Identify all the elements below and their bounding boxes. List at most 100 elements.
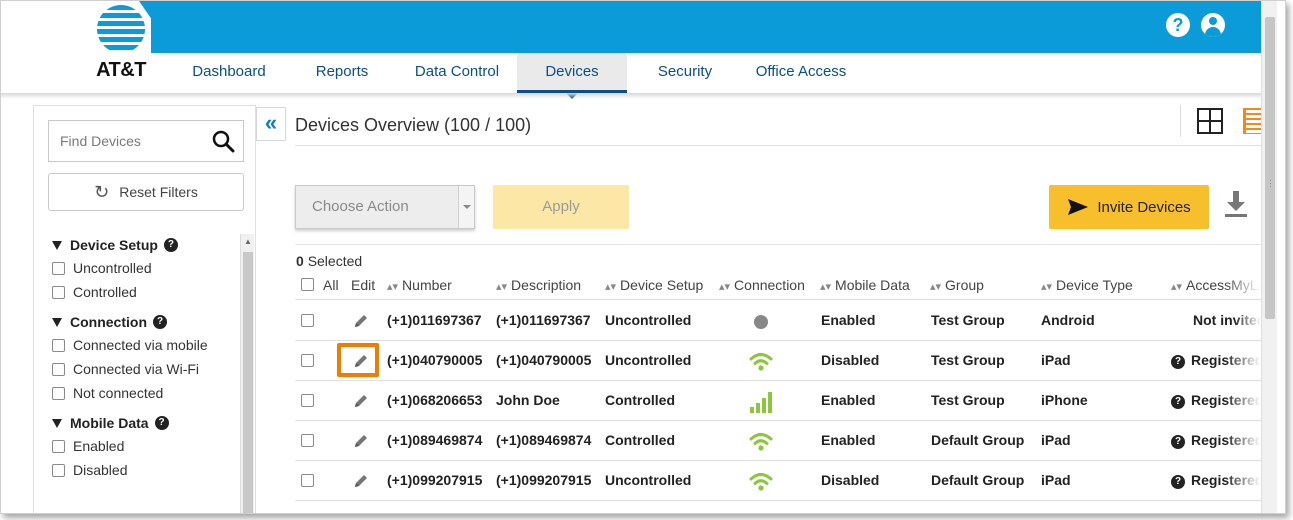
cell-number: (+1)040790005 bbox=[387, 352, 483, 368]
tab-reports[interactable]: Reports bbox=[287, 53, 397, 93]
sidebar-scroll-thumb[interactable] bbox=[243, 252, 253, 513]
page-scroll-thumb[interactable]: · · · bbox=[1265, 17, 1275, 319]
table-row[interactable]: (+1)099207915 (+1)099207915 Uncontrolled Di… bbox=[295, 461, 1261, 501]
user-icon[interactable] bbox=[1201, 13, 1225, 37]
tab-office-access[interactable]: Office Access bbox=[743, 53, 859, 93]
sort-icon: ▴▾ bbox=[930, 281, 942, 293]
filter-title[interactable]: Connection ? bbox=[48, 311, 238, 333]
reset-filters-label: Reset Filters bbox=[119, 184, 198, 200]
help-icon[interactable]: ? bbox=[1171, 395, 1185, 409]
filter-checkbox[interactable] bbox=[52, 439, 65, 453]
column-header-description[interactable]: ▴▾ Description bbox=[496, 277, 581, 293]
page-scrollbar[interactable]: · · · bbox=[1261, 1, 1277, 513]
column-header-label: Description bbox=[511, 277, 582, 293]
filter-option: Uncontrolled bbox=[48, 256, 238, 280]
cell-mobile-data: Enabled bbox=[821, 392, 876, 408]
view-divider bbox=[1180, 105, 1181, 137]
selected-label: Selected bbox=[307, 253, 363, 269]
column-header-device-type[interactable]: ▴▾ Device Type bbox=[1041, 277, 1133, 293]
help-icon[interactable]: ? bbox=[1171, 435, 1185, 449]
sort-icon: ▴▾ bbox=[496, 281, 508, 293]
filter-checkbox[interactable] bbox=[52, 338, 65, 352]
reset-filters-button[interactable]: ↻ Reset Filters bbox=[48, 173, 244, 211]
search-icon[interactable] bbox=[211, 129, 235, 153]
help-icon[interactable]: ? bbox=[1166, 13, 1190, 37]
table-row[interactable]: (+1)068206653 John Doe Controlled Enabled Te… bbox=[295, 381, 1261, 421]
search-box bbox=[48, 120, 244, 162]
table-row[interactable]: (+1)011697367 (+1)011697367 Uncontrolled En… bbox=[295, 301, 1261, 341]
column-header-label: Device Setup bbox=[620, 277, 704, 293]
scroll-grip-icon: · · · bbox=[1269, 176, 1272, 191]
help-icon[interactable]: ? bbox=[154, 416, 169, 430]
row-checkbox[interactable] bbox=[301, 394, 314, 407]
list-view-icon[interactable] bbox=[1243, 108, 1261, 134]
pencil-icon[interactable] bbox=[353, 433, 369, 449]
filter-group-connection: Connection ? Connected via mobile Connec… bbox=[48, 311, 238, 405]
cell-accessmylan: ? Registered bbox=[1171, 392, 1261, 409]
choose-action-select[interactable]: Choose Action bbox=[295, 185, 475, 229]
apply-button[interactable]: Apply bbox=[493, 185, 629, 229]
filter-checkbox[interactable] bbox=[52, 386, 65, 400]
pencil-icon[interactable] bbox=[353, 313, 369, 329]
tab-devices[interactable]: Devices bbox=[517, 53, 627, 99]
pencil-icon[interactable] bbox=[353, 393, 369, 409]
user-icon-head bbox=[1209, 17, 1217, 25]
help-icon[interactable]: ? bbox=[163, 238, 178, 252]
filter-checkbox[interactable] bbox=[52, 362, 65, 376]
column-header-connection[interactable]: ▴▾ Connection bbox=[719, 277, 805, 293]
tab-data-control[interactable]: Data Control bbox=[397, 53, 517, 93]
table-row[interactable]: (+1)040790005 (+1)040790005 Uncontrolled Di… bbox=[295, 341, 1261, 381]
refresh-icon: ↻ bbox=[94, 181, 110, 202]
cell-group: Default Group bbox=[931, 432, 1025, 448]
column-header-group[interactable]: ▴▾ Group bbox=[930, 277, 984, 293]
help-icon[interactable]: ? bbox=[1171, 355, 1185, 369]
help-icon[interactable]: ? bbox=[1171, 475, 1185, 489]
row-checkbox[interactable] bbox=[301, 474, 314, 487]
column-header-number[interactable]: ▴▾ Number bbox=[387, 277, 452, 293]
user-icon-body bbox=[1205, 27, 1221, 37]
select-all-checkbox[interactable] bbox=[301, 278, 314, 291]
filter-checkbox[interactable] bbox=[52, 463, 65, 477]
column-header-accessmylan[interactable]: ▴▾AccessMyLAN bbox=[1171, 277, 1261, 293]
tab-dashboard[interactable]: Dashboard bbox=[171, 53, 287, 93]
wifi-icon bbox=[749, 473, 773, 491]
invite-devices-button[interactable]: Invite Devices bbox=[1049, 185, 1209, 229]
row-checkbox[interactable] bbox=[301, 434, 314, 447]
cell-accessmylan: Not invited bbox=[1193, 312, 1261, 328]
filter-title[interactable]: Device Setup ? bbox=[48, 234, 238, 256]
cell-device-type: iPad bbox=[1041, 432, 1071, 448]
filter-checkbox[interactable] bbox=[52, 285, 65, 299]
search-input[interactable] bbox=[49, 121, 199, 161]
row-checkbox[interactable] bbox=[301, 354, 314, 367]
filter-option-label: Disabled bbox=[73, 462, 128, 478]
collapse-sidebar-button[interactable]: « bbox=[256, 107, 286, 141]
cell-device-type: iPhone bbox=[1041, 392, 1088, 408]
pencil-icon[interactable] bbox=[353, 473, 369, 489]
invite-devices-label: Invite Devices bbox=[1097, 198, 1191, 216]
collapse-triangle-icon bbox=[52, 240, 62, 250]
scroll-up-icon[interactable]: ▲ bbox=[244, 237, 252, 246]
download-icon[interactable] bbox=[1223, 189, 1249, 219]
tab-security[interactable]: Security bbox=[627, 53, 743, 93]
column-header-mobile-data[interactable]: ▴▾ Mobile Data bbox=[820, 277, 910, 293]
cell-accessmylan: ? Registered bbox=[1171, 472, 1261, 489]
filter-option: Connected via Wi-Fi bbox=[48, 357, 238, 381]
column-header-label: Group bbox=[945, 277, 984, 293]
filter-option: Controlled bbox=[48, 280, 238, 304]
choose-action-label: Choose Action bbox=[312, 198, 409, 215]
table-row[interactable]: (+1)089469874 (+1)089469874 Controlled Enab… bbox=[295, 421, 1261, 461]
cell-number: (+1)068206653 bbox=[387, 392, 483, 408]
help-icon[interactable]: ? bbox=[153, 315, 167, 329]
grid-view-icon[interactable] bbox=[1197, 108, 1223, 134]
column-header-device-setup[interactable]: ▴▾ Device Setup bbox=[605, 277, 703, 293]
row-checkbox[interactable] bbox=[301, 314, 314, 327]
sidebar-scrollbar[interactable]: ▲ bbox=[240, 234, 254, 513]
filter-title[interactable]: Mobile Data ? bbox=[48, 412, 238, 434]
filter-option-label: Connected via mobile bbox=[73, 337, 208, 353]
filter-option-label: Not connected bbox=[73, 385, 164, 401]
cell-group: Default Group bbox=[931, 472, 1025, 488]
collapse-triangle-icon bbox=[52, 317, 62, 327]
sort-icon: ▴▾ bbox=[605, 281, 617, 293]
filter-checkbox[interactable] bbox=[52, 261, 65, 275]
att-logo[interactable]: AT&T bbox=[89, 5, 153, 87]
